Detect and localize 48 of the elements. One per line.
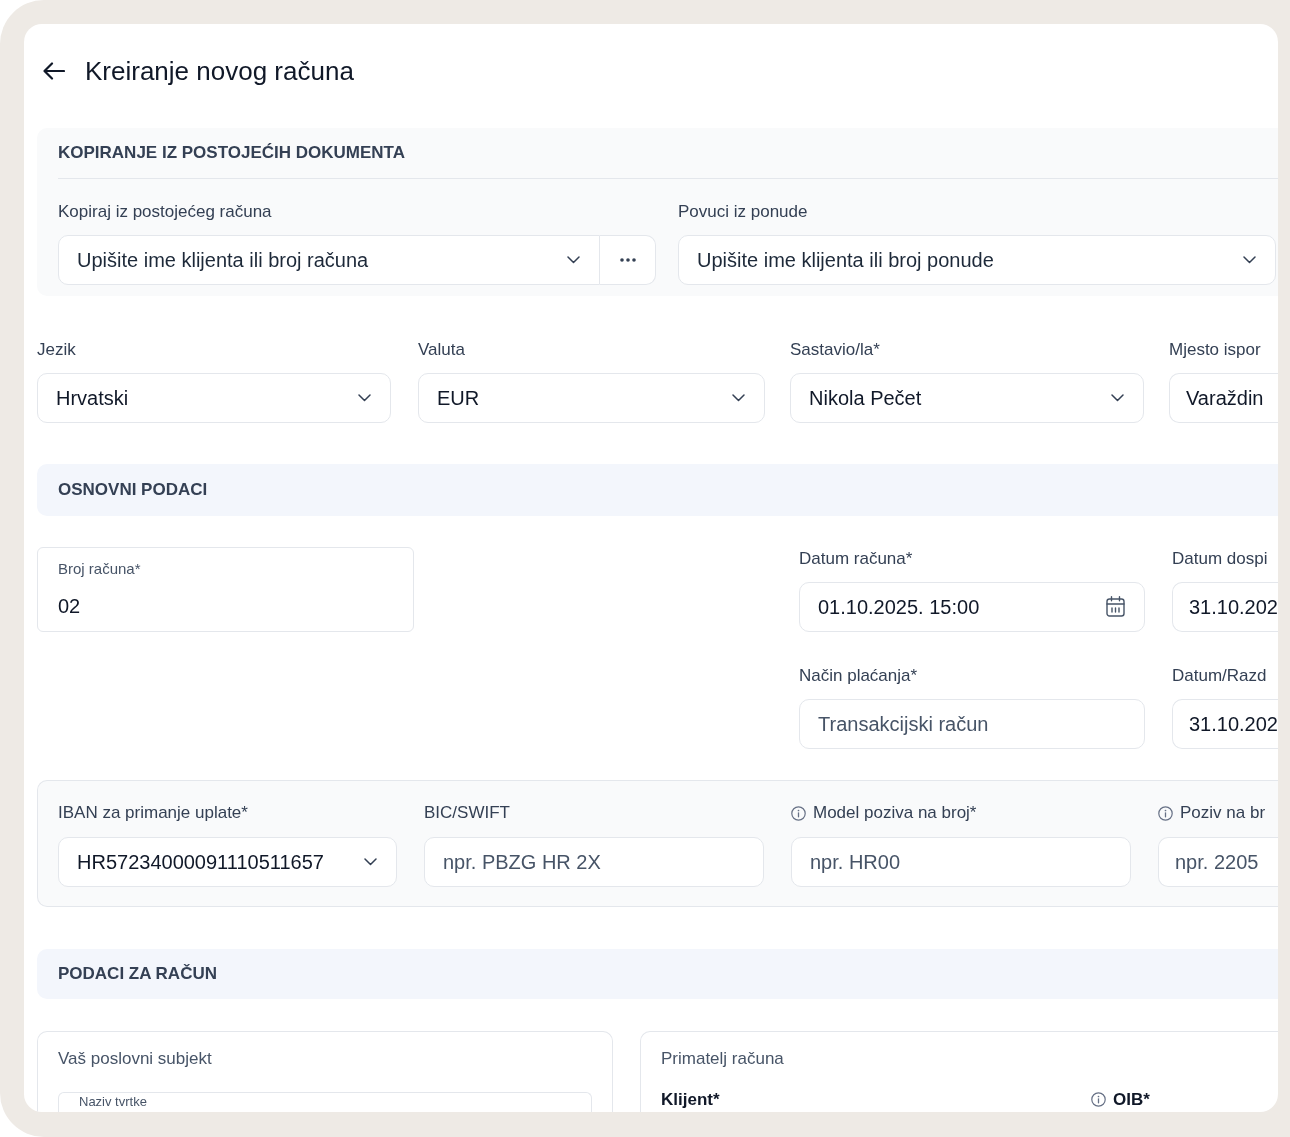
text-field[interactable]: Varaždin bbox=[1169, 373, 1278, 423]
chevron-down-icon bbox=[567, 256, 580, 264]
company-name-field[interactable]: Naziv tvrtke bbox=[58, 1092, 592, 1112]
field-label: Način plaćanja* bbox=[799, 665, 918, 687]
text-field[interactable]: npr. 2205 bbox=[1158, 837, 1278, 887]
arrow-left-icon bbox=[43, 62, 65, 80]
field-label: Datum računa* bbox=[799, 548, 913, 570]
chevron-down-icon bbox=[364, 858, 377, 866]
field-label: Sastavio/la* bbox=[790, 339, 880, 361]
text-field[interactable]: 31.10.202 bbox=[1172, 699, 1278, 749]
field-label: Kopiraj iz postojećeg računa bbox=[58, 201, 272, 223]
date-field[interactable]: 01.10.2025. 15:00 bbox=[799, 582, 1145, 632]
select-field[interactable]: Hrvatski bbox=[37, 373, 391, 423]
field-label: OIB* bbox=[1113, 1090, 1150, 1109]
select-field[interactable]: HR57234000091110511657 bbox=[58, 837, 397, 887]
field-label: Naziv tvrtke bbox=[79, 1095, 147, 1109]
field-label: Klijent* bbox=[661, 1090, 720, 1109]
section-title: OSNOVNI PODACI bbox=[58, 479, 208, 501]
search-select-field[interactable]: Upišite ime klijenta ili broj računa bbox=[58, 235, 600, 285]
field-label: Povuci iz ponude bbox=[678, 201, 808, 223]
field-label: Broj računa* bbox=[58, 559, 141, 579]
card-title: Primatelj računa bbox=[661, 1048, 784, 1070]
field-label: Model poziva na broj* bbox=[813, 802, 977, 824]
chevron-down-icon bbox=[1111, 394, 1124, 402]
text-field[interactable]: npr. PBZG HR 2X bbox=[424, 837, 764, 887]
card-title: Vaš poslovni subjekt bbox=[58, 1048, 212, 1070]
select-field[interactable]: Nikola Pečet bbox=[790, 373, 1144, 423]
field-label: BIC/SWIFT bbox=[424, 802, 510, 824]
calendar-icon bbox=[1106, 596, 1125, 617]
text-field[interactable]: Transakcijski račun bbox=[799, 699, 1145, 749]
chevron-down-icon bbox=[732, 394, 745, 402]
field-label: Mjesto ispor bbox=[1169, 339, 1261, 361]
text-field[interactable]: npr. HR00 bbox=[791, 837, 1131, 887]
page-title: Kreiranje novog računa bbox=[85, 55, 354, 87]
field-label: Poziv na br bbox=[1180, 802, 1266, 824]
text-field[interactable]: 31.10.202 bbox=[1172, 582, 1278, 632]
select-field[interactable]: EUR bbox=[418, 373, 765, 423]
field-label: Datum/Razd bbox=[1172, 665, 1267, 687]
chevron-down-icon bbox=[1243, 256, 1256, 264]
search-select-field[interactable]: Upišite ime klijenta ili broj ponude bbox=[678, 235, 1276, 285]
field-label: Valuta bbox=[418, 339, 465, 361]
field-label: IBAN za primanje uplate* bbox=[58, 802, 248, 824]
more-icon bbox=[619, 258, 636, 262]
field-label: Jezik bbox=[37, 339, 76, 361]
section-title: PODACI ZA RAČUN bbox=[58, 963, 217, 985]
section-title: KOPIRANJE IZ POSTOJEĆIH DOKUMENTA bbox=[58, 142, 405, 164]
chevron-down-icon bbox=[358, 394, 371, 402]
field-label: Datum dospi bbox=[1172, 548, 1268, 570]
